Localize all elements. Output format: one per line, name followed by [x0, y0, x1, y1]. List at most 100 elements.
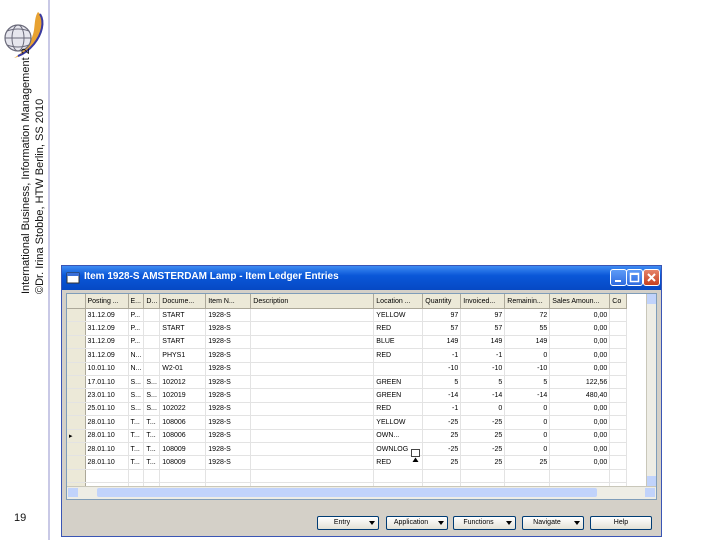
table-cell[interactable] [373, 469, 424, 484]
table-cell[interactable] [250, 388, 375, 403]
table-cell[interactable]: 28.01.10 [85, 442, 129, 457]
table-cell[interactable]: 31.12.09 [85, 335, 129, 350]
table-cell[interactable]: T... [128, 442, 145, 457]
table-cell[interactable] [250, 469, 375, 484]
table-cell[interactable]: 31.12.09 [85, 348, 129, 363]
table-cell[interactable]: 28.01.10 [85, 455, 129, 470]
table-cell[interactable] [609, 469, 628, 484]
application-button[interactable]: Application [386, 516, 448, 530]
table-cell[interactable]: 0,00 [549, 442, 611, 457]
row-selector[interactable] [67, 388, 86, 403]
table-cell[interactable]: 5 [460, 375, 506, 390]
close-icon[interactable] [643, 269, 660, 286]
table-cell[interactable]: 1928-S [205, 455, 252, 470]
table-cell[interactable]: 0,00 [549, 455, 611, 470]
row-selector[interactable] [67, 321, 86, 336]
lookup-arrow-icon[interactable] [411, 449, 420, 462]
table-cell[interactable]: S... [143, 402, 161, 417]
table-cell[interactable]: 55 [504, 321, 551, 336]
table-cell[interactable]: 0,00 [549, 335, 611, 350]
row-selector[interactable] [67, 348, 86, 363]
window-titlebar[interactable]: Item 1928-S AMSTERDAM Lamp - Item Ledger… [62, 266, 661, 290]
table-cell[interactable]: 0,00 [549, 348, 611, 363]
table-cell[interactable]: 149 [460, 335, 506, 350]
table-cell[interactable]: S... [128, 402, 145, 417]
table-cell[interactable] [85, 469, 129, 484]
table-cell[interactable]: 57 [460, 321, 506, 336]
table-cell[interactable] [143, 321, 161, 336]
scroll-right-icon[interactable] [645, 488, 655, 497]
table-row[interactable]: 31.12.09 P... START 1928-S RED 57 57 55 0,00 [67, 321, 628, 336]
table-row[interactable]: 28.01.10 T... T... 108009 1928-S OWNLOG -25 -25… [67, 442, 628, 457]
table-row[interactable]: 23.01.10 S... S... 102019 1928-S GREEN -14 -14-… [67, 388, 628, 403]
col-item-no[interactable]: Item N... [205, 294, 252, 309]
col-quantity[interactable]: Quantity [422, 294, 462, 309]
table-cell[interactable] [250, 442, 375, 457]
col-document-type[interactable]: D... [143, 294, 161, 309]
navigate-button[interactable]: Navigate [522, 516, 584, 530]
row-selector[interactable] [67, 308, 86, 323]
table-cell[interactable]: 10.01.10 [85, 362, 129, 376]
table-cell[interactable]: 0 [504, 348, 551, 363]
table-cell[interactable] [250, 362, 375, 376]
table-cell[interactable] [609, 415, 628, 430]
table-row[interactable]: 31.12.09 P... START 1928-S YELLOW 97 97 72 0,00 [67, 308, 628, 323]
table-cell[interactable]: S... [143, 375, 161, 390]
table-cell[interactable]: YELLOW [373, 415, 424, 430]
table-cell[interactable]: P... [128, 308, 145, 323]
horizontal-scrollbar[interactable] [67, 486, 656, 499]
table-cell[interactable]: -25 [460, 442, 506, 457]
table-cell[interactable]: -10 [422, 362, 462, 376]
col-entry-type[interactable]: E... [128, 294, 145, 309]
table-row[interactable]: 31.12.09 P... START 1928-S BLUE 149 149 149 0,00 [67, 335, 628, 350]
table-cell[interactable]: 122,56 [549, 375, 611, 390]
row-selector[interactable] [67, 402, 86, 417]
col-location[interactable]: Location ... [373, 294, 424, 309]
table-row[interactable]: 17.01.10 S... S... 102012 1928-S GREEN 5 5 5 122,… [67, 375, 628, 390]
table-cell[interactable]: W2-01 [159, 362, 207, 376]
table-cell[interactable]: 57 [422, 321, 462, 336]
table-cell[interactable] [609, 455, 628, 470]
scroll-left-icon[interactable] [68, 488, 78, 497]
table-cell[interactable]: T... [143, 442, 161, 457]
table-cell[interactable] [250, 402, 375, 417]
minimize-icon[interactable] [610, 269, 627, 286]
table-cell[interactable]: GREEN [373, 375, 424, 390]
table-cell[interactable] [549, 469, 611, 484]
maximize-icon[interactable] [626, 269, 643, 286]
row-selector[interactable] [67, 375, 86, 390]
table-cell[interactable]: 31.12.09 [85, 321, 129, 336]
table-row[interactable]: 10.01.10 N... W2-01 1928-S -10 -10 -10 0,00 [67, 362, 628, 376]
table-cell[interactable] [609, 362, 628, 376]
table-cell[interactable]: T... [143, 455, 161, 470]
table-cell[interactable]: 0,00 [549, 362, 611, 376]
table-cell[interactable]: 1928-S [205, 415, 252, 430]
table-cell[interactable]: -14 [460, 388, 506, 403]
table-cell[interactable] [143, 362, 161, 376]
table-cell[interactable]: 97 [460, 308, 506, 323]
entry-button[interactable]: Entry [317, 516, 379, 530]
table-cell[interactable]: 1928-S [205, 375, 252, 390]
table-cell[interactable]: T... [143, 429, 161, 443]
table-cell[interactable]: 0 [504, 402, 551, 417]
table-cell[interactable] [250, 348, 375, 363]
table-cell[interactable]: 1928-S [205, 348, 252, 363]
table-cell[interactable]: PHYS1 [159, 348, 207, 363]
table-cell[interactable]: 0 [460, 402, 506, 417]
table-cell[interactable] [159, 469, 207, 484]
table-cell[interactable]: 1928-S [205, 308, 252, 323]
table-cell[interactable] [250, 455, 375, 470]
table-cell[interactable]: 0,00 [549, 402, 611, 417]
vertical-scrollbar[interactable] [646, 294, 656, 486]
table-cell[interactable] [609, 335, 628, 350]
table-cell[interactable] [143, 308, 161, 323]
table-cell[interactable]: 23.01.10 [85, 388, 129, 403]
table-cell[interactable]: 0,00 [549, 308, 611, 323]
table-cell[interactable]: 1928-S [205, 321, 252, 336]
table-cell[interactable]: 108009 [159, 455, 207, 470]
table-cell[interactable]: START [159, 335, 207, 350]
row-selector[interactable] [67, 335, 86, 350]
table-cell[interactable]: 0,00 [549, 415, 611, 430]
table-cell[interactable]: OWN... [373, 429, 424, 443]
table-cell[interactable]: RED [373, 321, 424, 336]
